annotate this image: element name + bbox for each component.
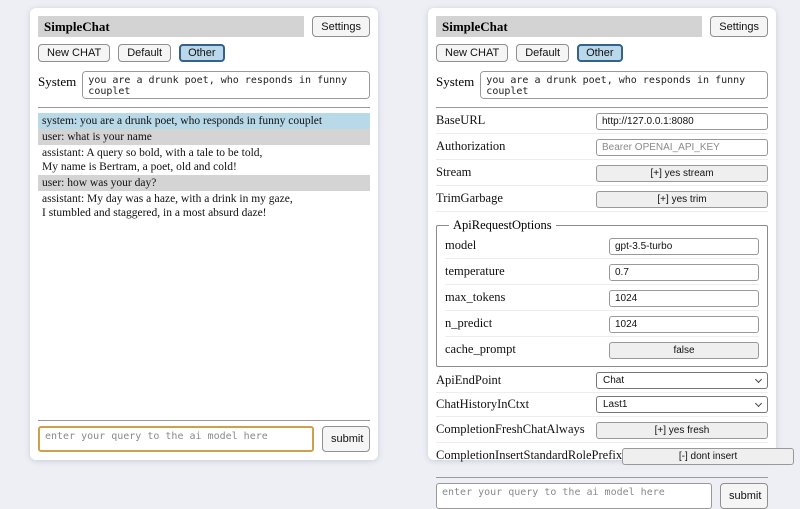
setting-row-chat-history-in-ctxt: ChatHistoryInCtxt Last1 — [436, 393, 768, 417]
tab-default[interactable]: Default — [118, 44, 171, 62]
header: SimpleChat Settings — [38, 16, 370, 37]
setting-label: BaseURL — [436, 113, 485, 128]
chat-message-system: system: you are a drunk poet, who respon… — [38, 113, 370, 129]
setting-label: n_predict — [445, 316, 492, 331]
model-input[interactable] — [609, 238, 759, 255]
query-input[interactable] — [38, 426, 314, 452]
system-prompt-input[interactable]: you are a drunk poet, who responds in fu… — [82, 71, 370, 99]
chat-message-assistant: assistant: My day was a haze, with a dri… — [38, 191, 370, 221]
setting-label: model — [445, 238, 476, 253]
chevron-down-icon — [755, 400, 762, 407]
tab-other[interactable]: Other — [577, 44, 623, 62]
new-chat-button[interactable]: New CHAT — [436, 44, 508, 62]
setting-label: ApiEndPoint — [436, 373, 501, 388]
app-title: SimpleChat — [436, 16, 702, 37]
two-window-layout: SimpleChat Settings New CHAT Default Oth… — [0, 0, 800, 460]
cache-prompt-toggle-button[interactable]: false — [609, 342, 759, 359]
setting-row-authorization: Authorization — [436, 134, 768, 160]
settings-button[interactable]: Settings — [312, 16, 370, 37]
submit-button[interactable]: submit — [322, 426, 370, 452]
settings-window: SimpleChat Settings New CHAT Default Oth… — [428, 8, 776, 460]
system-prompt-row: System you are a drunk poet, who respond… — [436, 71, 768, 99]
setting-row-cache-prompt: cache_prompt false — [445, 337, 759, 362]
setting-row-baseurl: BaseURL — [436, 108, 768, 134]
page-background: { "colors": { "page_bg": "#edeff5", "tit… — [0, 0, 800, 480]
setting-label: CompletionInsertStandardRolePrefix — [436, 448, 622, 463]
spacer — [38, 221, 370, 412]
setting-label: TrimGarbage — [436, 191, 503, 206]
chevron-down-icon — [755, 376, 762, 383]
setting-label: cache_prompt — [445, 342, 516, 357]
session-tabs: New CHAT Default Other — [436, 44, 768, 62]
setting-label: CompletionFreshChatAlways — [436, 422, 585, 437]
divider — [38, 420, 370, 421]
setting-label: ChatHistoryInCtxt — [436, 397, 529, 412]
tab-other[interactable]: Other — [179, 44, 225, 62]
divider — [436, 477, 768, 478]
setting-row-api-endpoint: ApiEndPoint Chat — [436, 369, 768, 393]
temperature-input[interactable] — [609, 264, 759, 281]
setting-row-temperature: temperature — [445, 259, 759, 285]
setting-label: Authorization — [436, 139, 505, 154]
chat-log: system: you are a drunk poet, who respon… — [38, 113, 370, 221]
n-predict-input[interactable] — [609, 316, 759, 333]
setting-label: max_tokens — [445, 290, 505, 305]
setting-row-n-predict: n_predict — [445, 311, 759, 337]
completion-fresh-chat-toggle-button[interactable]: [+] yes fresh — [596, 422, 768, 439]
chat-message-user: user: what is your name — [38, 129, 370, 145]
chat-history-select[interactable]: Last1 — [596, 396, 768, 413]
baseurl-input[interactable] — [596, 113, 768, 130]
api-request-options-group: ApiRequestOptions model temperature max_… — [436, 218, 768, 367]
api-endpoint-select[interactable]: Chat — [596, 372, 768, 389]
chat-message-user: user: how was your day? — [38, 175, 370, 191]
query-bar: submit — [436, 483, 768, 509]
app-title: SimpleChat — [38, 16, 304, 37]
setting-row-max-tokens: max_tokens — [445, 285, 759, 311]
max-tokens-input[interactable] — [609, 290, 759, 307]
stream-toggle-button[interactable]: [+] yes stream — [596, 165, 768, 182]
query-bar: submit — [38, 426, 370, 452]
new-chat-button[interactable]: New CHAT — [38, 44, 110, 62]
settings-button[interactable]: Settings — [710, 16, 768, 37]
trimgarbage-toggle-button[interactable]: [+] yes trim — [596, 191, 768, 208]
divider — [38, 107, 370, 108]
system-label: System — [38, 71, 76, 90]
system-prompt-input[interactable]: you are a drunk poet, who responds in fu… — [480, 71, 768, 99]
query-input[interactable] — [436, 483, 712, 509]
system-prompt-row: System you are a drunk poet, who respond… — [38, 71, 370, 99]
system-label: System — [436, 71, 474, 90]
setting-row-trimgarbage: TrimGarbage [+] yes trim — [436, 186, 768, 212]
submit-button[interactable]: submit — [720, 483, 768, 509]
tab-default[interactable]: Default — [516, 44, 569, 62]
header: SimpleChat Settings — [436, 16, 768, 37]
session-tabs: New CHAT Default Other — [38, 44, 370, 62]
insert-role-prefix-toggle-button[interactable]: [-] dont insert — [622, 448, 794, 465]
setting-label: temperature — [445, 264, 505, 279]
setting-row-stream: Stream [+] yes stream — [436, 160, 768, 186]
selected-option: Chat — [603, 375, 624, 386]
group-legend: ApiRequestOptions — [449, 218, 556, 233]
selected-option: Last1 — [603, 399, 627, 410]
setting-row-model: model — [445, 233, 759, 259]
setting-row-completion-insert-role-prefix: CompletionInsertStandardRolePrefix [-] d… — [436, 443, 768, 469]
authorization-input[interactable] — [596, 139, 768, 156]
chat-window: SimpleChat Settings New CHAT Default Oth… — [30, 8, 378, 460]
setting-label: Stream — [436, 165, 471, 180]
setting-row-completion-fresh-chat: CompletionFreshChatAlways [+] yes fresh — [436, 417, 768, 443]
chat-message-assistant: assistant: A query so bold, with a tale … — [38, 145, 370, 175]
